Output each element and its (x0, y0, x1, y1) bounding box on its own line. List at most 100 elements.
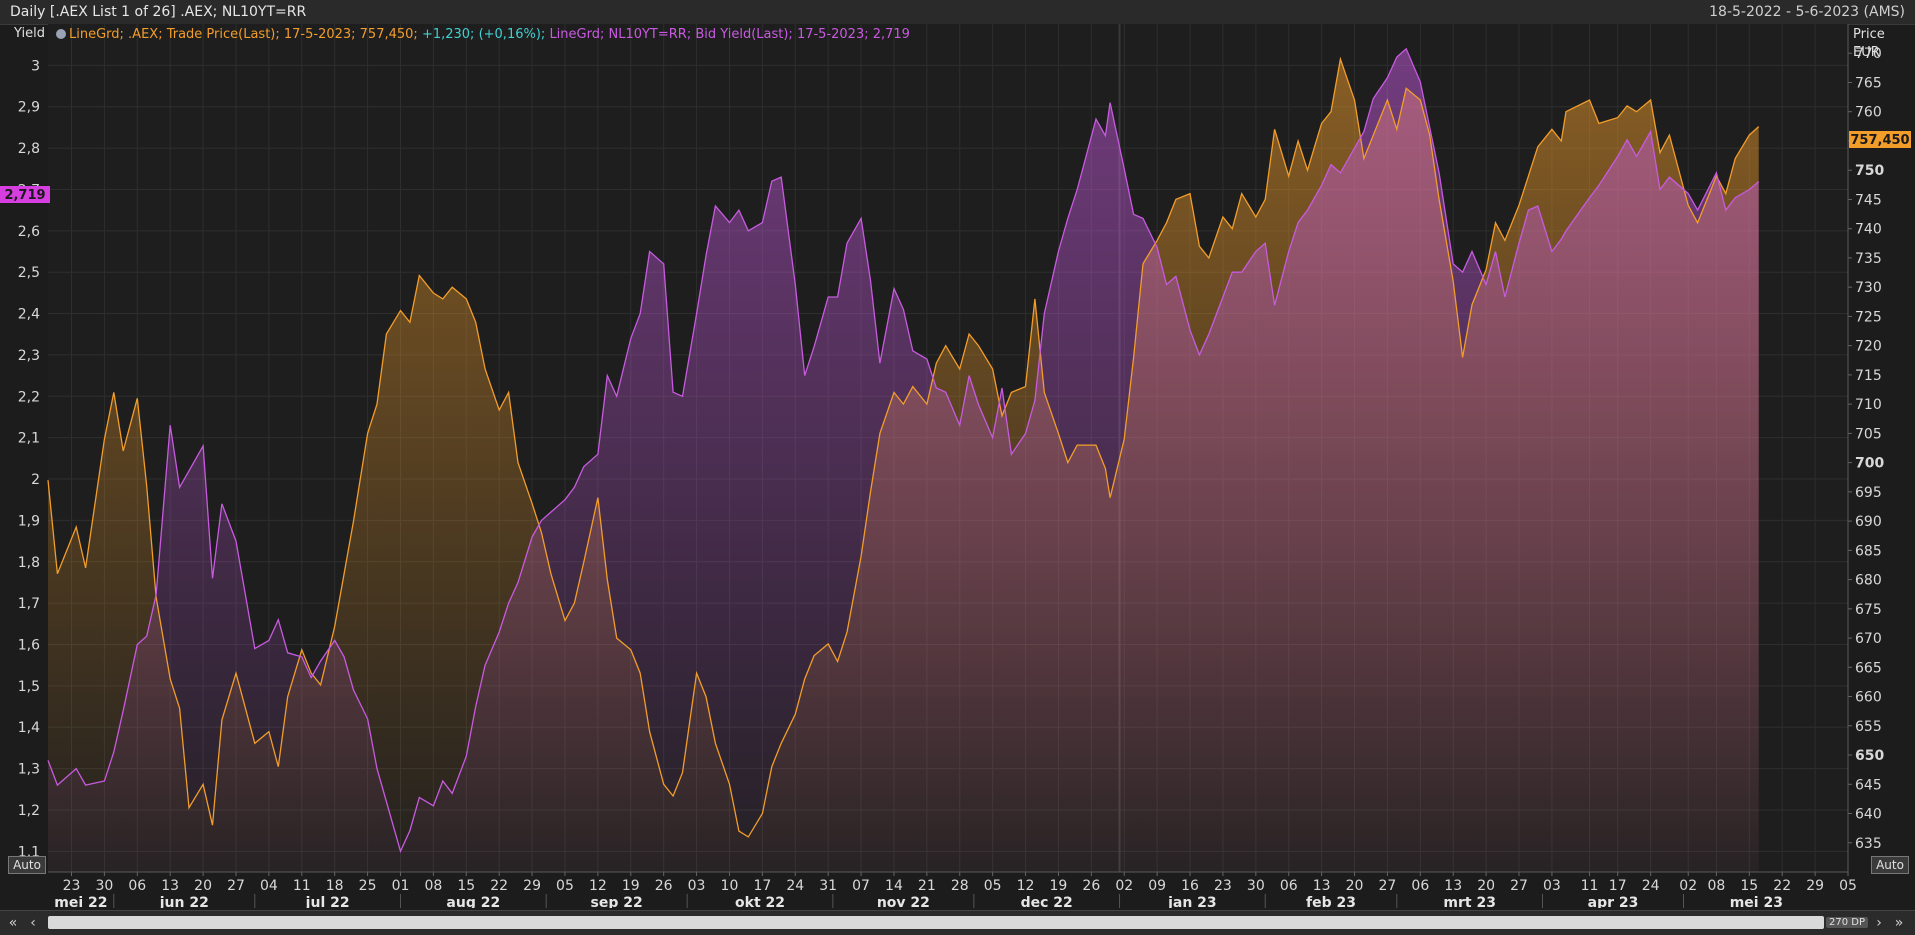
legend-toggle-icon[interactable] (56, 29, 66, 39)
month-label: feb 23 (1306, 895, 1356, 908)
x-tick-label: 30 (1247, 878, 1265, 894)
right-axis-title-currency: EUR (1853, 45, 1880, 60)
x-tick-label: 01 (392, 878, 410, 894)
scroll-track[interactable] (48, 916, 1824, 929)
title-bar: Daily [.AEX List 1 of 26] .AEX; NL10YT=R… (0, 0, 1915, 25)
legend-aex[interactable]: LineGrd; .AEX; Trade Price(Last); 17-5-2… (69, 27, 418, 42)
right-tick-label: 750 (1855, 163, 1884, 179)
left-tick-label: 1,4 (18, 720, 40, 736)
x-tick-label: 13 (1444, 878, 1462, 894)
x-axis: 23 30 06 13 20 27 04 11 18 25 01 08 15 22 29 05 12 19 26 03… (54, 872, 1857, 911)
x-tick-label: 25 (359, 878, 377, 894)
x-tick-label: 21 (918, 878, 936, 894)
legend-aex-change: +1,230; (+0,16%); (421, 27, 546, 42)
left-tick-label: 2,6 (18, 224, 40, 240)
x-tick-label: 17 (1609, 878, 1627, 894)
x-tick-label: 08 (1707, 878, 1725, 894)
right-tick-label: 685 (1855, 543, 1882, 559)
month-label: okt 22 (735, 895, 785, 908)
chart-title: Daily [.AEX List 1 of 26] .AEX; NL10YT=R… (10, 4, 307, 20)
right-tick-label: 765 (1855, 75, 1882, 91)
x-tick-label: 12 (589, 878, 607, 894)
month-label: jul 22 (305, 895, 350, 908)
x-tick-label: 30 (95, 878, 113, 894)
left-tick-label: 2,8 (18, 141, 40, 157)
chart-area[interactable]: 1,1 1,2 1,3 1,4 1,5 1,6 1,7 1,8 1,9 2 2,1 2,2 2,3 2,4… (0, 24, 1915, 911)
x-tick-label: 05 (556, 878, 574, 894)
left-tick-label: 2,1 (18, 431, 40, 447)
month-label: nov 22 (877, 895, 930, 908)
x-tick-label: 20 (194, 878, 212, 894)
right-tick-label: 720 (1855, 339, 1882, 355)
last-yield-value: 2,719 (4, 188, 45, 203)
right-tick-label: 745 (1855, 192, 1882, 208)
left-tick-label: 1,3 (18, 762, 40, 778)
x-tick-label: 22 (490, 878, 508, 894)
right-axis: 635 640 645 650 655 660 665 670 675 680 685 690 695 7… (1848, 46, 1884, 852)
right-tick-label: 650 (1855, 748, 1884, 764)
x-tick-label: 24 (1642, 878, 1660, 894)
x-tick-label: 29 (523, 878, 541, 894)
scroll-next-button[interactable]: › (1870, 914, 1888, 932)
x-tick-label: 05 (1839, 878, 1857, 894)
scroll-last-button[interactable]: » (1890, 914, 1908, 932)
x-tick-label: 27 (1379, 878, 1397, 894)
x-tick-label: 08 (424, 878, 442, 894)
right-tick-label: 710 (1855, 397, 1882, 413)
x-tick-label: 03 (688, 878, 706, 894)
datapoints-label: 270 DP (1826, 917, 1868, 928)
x-tick-label: 07 (852, 878, 870, 894)
auto-scale-left-button[interactable]: Auto (8, 856, 46, 874)
scroll-prev-button[interactable]: ‹ (24, 914, 42, 932)
x-tick-label: 06 (1411, 878, 1429, 894)
x-tick-label: 19 (622, 878, 640, 894)
x-tick-label: 27 (1510, 878, 1528, 894)
scroll-first-button[interactable]: « (4, 914, 22, 932)
x-tick-label: 15 (457, 878, 475, 894)
x-tick-label: 02 (1115, 878, 1133, 894)
x-tick-label: 03 (1543, 878, 1561, 894)
month-label: sep 22 (591, 895, 643, 908)
left-tick-label: 2,2 (18, 389, 40, 405)
chart-svg[interactable]: 1,11,21,31,41,51,61,71,81,922,12,22,32,4… (0, 24, 1915, 911)
x-tick-label: 09 (1148, 878, 1166, 894)
x-tick-label: 14 (885, 878, 903, 894)
time-scrollbar[interactable]: « ‹ 270 DP › » (0, 910, 1915, 935)
x-tick-label: 27 (227, 878, 245, 894)
right-tick-label: 705 (1855, 426, 1882, 442)
x-tick-label: 24 (786, 878, 804, 894)
x-tick-label: 13 (161, 878, 179, 894)
date-range: 18-5-2022 - 5-6-2023 (AMS) (1709, 4, 1905, 20)
x-tick-label: 10 (721, 878, 739, 894)
x-tick-label: 23 (1214, 878, 1232, 894)
left-axis-title: Yield (14, 26, 45, 41)
left-axis: 1,11,21,31,41,51,61,71,81,922,12,22,32,4… (18, 58, 40, 860)
left-tick-label: 3 (31, 58, 40, 74)
x-tick-label: 26 (655, 878, 673, 894)
left-tick-label: 2,3 (18, 348, 40, 364)
left-tick-label: 2,5 (18, 265, 40, 281)
left-tick-label: 1,2 (18, 803, 40, 819)
x-tick-label: 04 (260, 878, 278, 894)
left-tick-label: 2,9 (18, 100, 40, 116)
right-tick-label: 640 (1855, 807, 1882, 823)
month-label: apr 23 (1588, 895, 1639, 908)
x-tick-label: 17 (753, 878, 771, 894)
left-tick-label: 1,8 (18, 555, 40, 571)
right-tick-label: 730 (1855, 280, 1882, 296)
legend-nl10y[interactable]: LineGrd; NL10YT=RR; Bid Yield(Last); 17-… (549, 27, 910, 42)
right-axis-title-price: Price (1853, 27, 1885, 42)
right-tick-label: 760 (1855, 105, 1882, 121)
right-tick-label: 680 (1855, 573, 1882, 589)
x-tick-label: 06 (1280, 878, 1298, 894)
auto-scale-right-button[interactable]: Auto (1871, 856, 1909, 874)
x-tick-label: 20 (1346, 878, 1364, 894)
x-tick-label: 29 (1806, 878, 1824, 894)
x-tick-label: 02 (1679, 878, 1697, 894)
month-label: dec 22 (1021, 895, 1073, 908)
right-tick-label: 675 (1855, 602, 1882, 618)
right-tick-label: 645 (1855, 777, 1882, 793)
left-tick-label: 1,5 (18, 679, 40, 695)
x-tick-label: 12 (1017, 878, 1035, 894)
x-tick-label: 28 (951, 878, 969, 894)
